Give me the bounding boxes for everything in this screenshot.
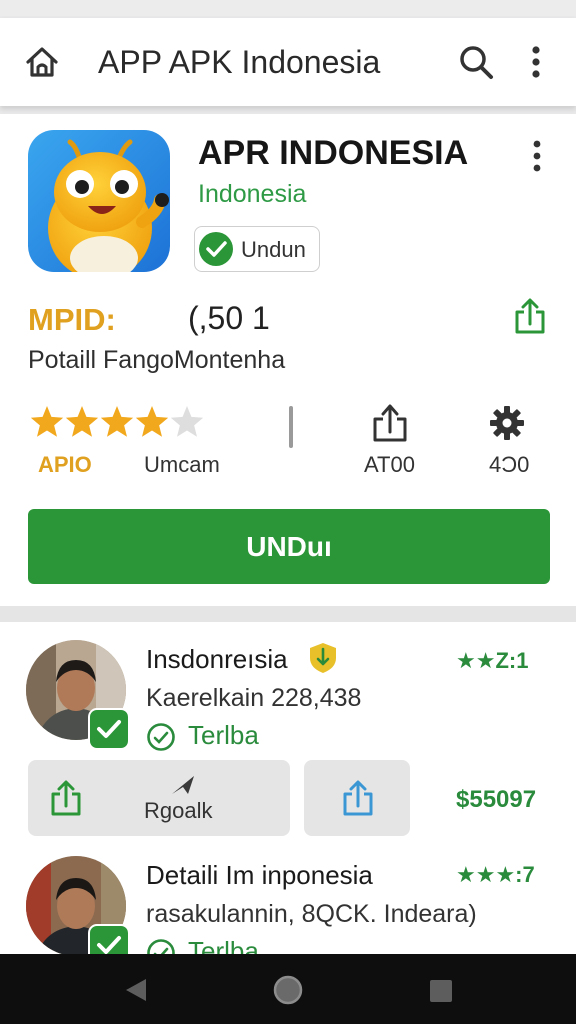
- action-button[interactable]: Rgoalk: [28, 760, 290, 836]
- rating-star: [170, 406, 204, 437]
- verified-badge-icon: [88, 708, 130, 750]
- section-divider: [0, 606, 576, 622]
- app-detail-card: APR INDONESIA Indonesia Undun MPID: (,50…: [0, 114, 576, 606]
- recents-square-icon[interactable]: [428, 978, 454, 1004]
- settings-gear-icon[interactable]: [488, 404, 526, 442]
- rating-star: [100, 406, 134, 437]
- share-icon[interactable]: [512, 296, 548, 336]
- mpid-value: (,50 1: [188, 300, 270, 336]
- item-title: Insdonreısia: [146, 644, 288, 674]
- app-region: Indonesia: [198, 180, 307, 208]
- check-circle-icon: [147, 939, 175, 954]
- check-circle-icon: [199, 232, 233, 266]
- check-circle-icon: [147, 723, 175, 751]
- home-circle-icon[interactable]: [272, 974, 304, 1006]
- more-vert-icon[interactable]: [522, 42, 550, 82]
- rating-star: [65, 406, 99, 437]
- item-rating: ★★★:7: [456, 862, 535, 887]
- share-icon: [51, 780, 81, 816]
- rating-sublabel: Umcam: [144, 452, 220, 477]
- rating-star: [30, 406, 64, 437]
- share-icon: [343, 780, 373, 816]
- download-button[interactable]: UNDuı: [28, 509, 550, 584]
- search-icon[interactable]: [456, 42, 496, 82]
- app-mascot-icon[interactable]: [28, 130, 170, 272]
- action-label: Rgoalk: [144, 798, 213, 823]
- app-bar: APP APK Indonesia: [0, 18, 576, 106]
- verified-badge-icon: [88, 924, 130, 954]
- share-icon[interactable]: [370, 402, 410, 444]
- app-name: APR INDONESIA: [198, 134, 469, 172]
- item-tag: Terlba: [146, 720, 306, 752]
- settings-label: 4Ɔ0: [489, 452, 530, 477]
- install-chip[interactable]: Undun: [194, 226, 320, 272]
- share-button[interactable]: [304, 760, 410, 836]
- rating-stars: [30, 406, 204, 437]
- cursor-arrow-icon: [172, 776, 194, 794]
- item-subtitle: Kaerelkain 228,438: [146, 684, 362, 712]
- list-item[interactable]: Detaili Im inponesia ★★★:7 rasakulannin,…: [0, 850, 576, 954]
- item-tag-label: Terlba: [188, 936, 259, 954]
- item-subtitle: rasakulannin, 8QCK. Indeara): [146, 900, 477, 928]
- list-item[interactable]: Insdonreısia ★★Z:1 Kaerelkain 228,438 Te…: [0, 622, 576, 842]
- gold-badge-icon: [310, 643, 336, 673]
- more-vert-icon[interactable]: [524, 136, 550, 176]
- app-description: Potaill FangoMontenha: [28, 346, 286, 374]
- item-tag-label: Terlba: [188, 720, 259, 750]
- status-bar: [0, 0, 576, 16]
- app-list: Insdonreısia ★★Z:1 Kaerelkain 228,438 Te…: [0, 622, 576, 954]
- divider: [289, 406, 293, 448]
- chip-label: Undun: [241, 237, 306, 262]
- page-title: APP APK Indonesia: [98, 44, 381, 80]
- item-tag: Terlba: [146, 936, 306, 954]
- item-rating: ★★Z:1: [456, 648, 529, 673]
- rating-star: [135, 406, 169, 437]
- home-icon[interactable]: [22, 42, 62, 82]
- mpid-label: MPID:: [28, 302, 116, 337]
- rating-label: APIO: [38, 452, 92, 477]
- item-title: Detaili Im inponesia: [146, 860, 373, 890]
- item-price: $55097: [456, 786, 537, 813]
- back-triangle-icon[interactable]: [122, 976, 150, 1004]
- system-nav-bar: [0, 954, 576, 1024]
- share-label: AT00: [364, 452, 415, 477]
